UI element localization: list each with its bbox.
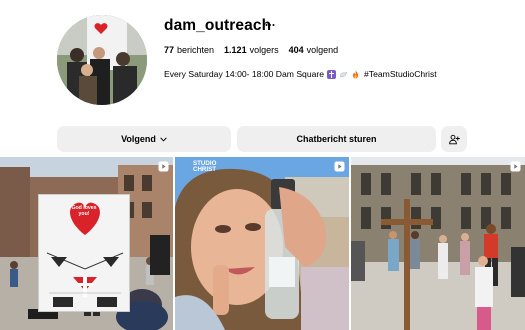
- profile-username: dam_outreach: [164, 17, 272, 34]
- stat-posts-label: berichten: [177, 45, 215, 55]
- stat-followers-value: 1.121: [224, 45, 247, 55]
- stat-posts: 77 berichten: [164, 45, 214, 55]
- bio-text: Every Saturday 14:00- 18:00 Dam Square: [164, 69, 325, 79]
- stat-following-value: 404: [288, 45, 304, 55]
- cross-icon: [327, 69, 337, 79]
- reel-icon: [510, 161, 521, 172]
- add-user-icon: [448, 134, 460, 144]
- studio-christ-logo-text: STUDIO CHRIST: [193, 160, 217, 173]
- sign-text: God loves you!: [71, 205, 97, 217]
- stat-following[interactable]: 404 volgend: [289, 45, 339, 55]
- stat-followers-label: volgers: [249, 45, 279, 55]
- send-message-button[interactable]: Chatbericht sturen: [237, 126, 436, 152]
- stat-posts-value: 77: [164, 45, 175, 55]
- following-button[interactable]: Volgend: [57, 126, 231, 152]
- fire-icon: [352, 70, 359, 78]
- dove-icon: [339, 71, 348, 77]
- bio-hashtag[interactable]: #TeamStudioChrist: [364, 69, 437, 79]
- post-thumbnail-3[interactable]: [351, 157, 525, 330]
- reel-icon: [158, 161, 169, 172]
- send-message-button-label: Chatbericht sturen: [296, 134, 377, 144]
- stat-following-label: volgend: [306, 45, 339, 55]
- more-options-icon[interactable]: [265, 19, 275, 31]
- reel-icon: [334, 161, 345, 172]
- profile-stats: 77 berichten 1.121 volgers 404 volgend: [164, 45, 348, 55]
- post-thumbnail-2[interactable]: STUDIO CHRIST: [175, 157, 349, 330]
- profile-bio: Every Saturday 14:00- 18:00 Dam Square #…: [164, 69, 437, 79]
- post-thumbnail-1[interactable]: God loves you!: [0, 157, 173, 330]
- posts-grid: God loves you! STUDIO CHRIST: [0, 157, 525, 330]
- following-button-label: Volgend: [121, 134, 156, 144]
- chevron-down-icon: [160, 136, 167, 142]
- stat-followers[interactable]: 1.121 volgers: [224, 45, 279, 55]
- suggested-users-button[interactable]: [441, 126, 467, 152]
- profile-avatar[interactable]: [57, 15, 147, 105]
